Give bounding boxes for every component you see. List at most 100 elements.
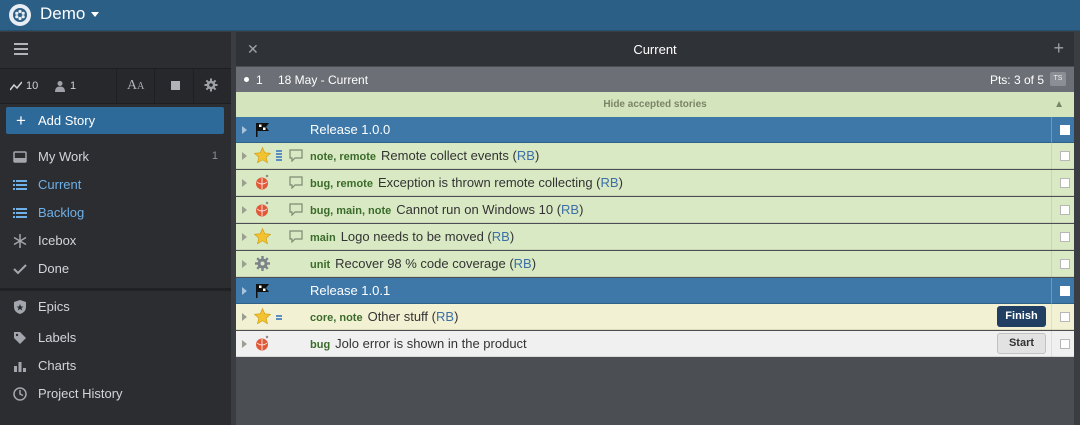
estimate-icon — [276, 150, 282, 162]
menu-icon[interactable] — [14, 43, 28, 55]
sidebar-item-epics[interactable]: Epics — [0, 294, 231, 320]
chore-gear-icon — [255, 256, 270, 271]
comment-icon — [289, 149, 303, 162]
font-size-toggle[interactable]: AA — [127, 78, 144, 94]
row-checkbox[interactable] — [1060, 205, 1070, 215]
sidebar-item-my-work[interactable]: My Work 1 — [0, 144, 231, 170]
bug-icon — [256, 335, 269, 351]
inbox-icon — [13, 151, 27, 163]
story-title: Recover 98 % code coverage — [335, 256, 506, 271]
person-icon — [55, 81, 65, 92]
sidebar-item-done[interactable]: Done — [0, 256, 231, 282]
app-logo-icon[interactable] — [9, 4, 31, 26]
panel-header: ✕ Current + — [236, 32, 1074, 66]
story-title: Other stuff — [367, 309, 429, 324]
story-row[interactable]: core, note Other stuff (RB) Finish — [236, 304, 1074, 330]
expand-arrow-icon[interactable] — [242, 287, 247, 295]
expand-arrow-icon[interactable] — [242, 260, 247, 268]
expand-arrow-icon[interactable] — [242, 179, 247, 187]
comment-icon — [289, 230, 303, 243]
row-checkbox[interactable] — [1060, 178, 1070, 188]
story-labels[interactable]: note, remote — [310, 151, 376, 163]
story-row[interactable]: bug, main, note Cannot run on Windows 10 … — [236, 197, 1074, 223]
velocity-stat: 10 — [10, 69, 38, 103]
feature-star-icon — [254, 308, 271, 325]
iteration-header[interactable]: 1 18 May - Current Pts: 3 of 5 TS — [236, 67, 1074, 92]
chevron-up-icon: ▲ — [1054, 99, 1064, 110]
owner-initials: RB — [491, 229, 510, 244]
expand-arrow-icon[interactable] — [242, 313, 247, 321]
story-labels[interactable]: bug — [310, 339, 330, 351]
project-title[interactable]: Demo — [40, 4, 85, 24]
release-title: Release 1.0.1 — [310, 283, 391, 298]
row-checkbox[interactable] — [1060, 151, 1070, 161]
bug-icon — [256, 174, 269, 190]
row-checkbox[interactable] — [1060, 312, 1070, 322]
velocity-value: 10 — [26, 80, 39, 92]
comment-icon — [289, 176, 303, 189]
finish-button[interactable]: Finish — [997, 306, 1046, 327]
sidebar-item-icebox[interactable]: Icebox — [0, 228, 231, 254]
expand-arrow-icon[interactable] — [242, 126, 247, 134]
sidebar-item-project-history[interactable]: Project History — [0, 381, 231, 407]
story-title: Exception is thrown remote collecting — [377, 175, 593, 190]
owner-initials: RB — [600, 175, 619, 190]
sidebar-stats-bar: 10 1 AA — [0, 68, 231, 104]
iteration-number: 1 — [256, 73, 263, 87]
row-checkbox[interactable] — [1060, 125, 1070, 135]
bug-icon — [256, 201, 269, 217]
release-title: Release 1.0.0 — [310, 122, 391, 137]
expand-arrow-icon[interactable] — [242, 233, 247, 241]
estimate-icon — [276, 315, 282, 323]
row-checkbox[interactable] — [1060, 286, 1070, 296]
sidebar-item-current[interactable]: Current — [0, 172, 231, 198]
story-row[interactable]: bug, remote Exception is thrown remote co… — [236, 170, 1074, 196]
feature-star-icon — [254, 228, 271, 245]
story-labels[interactable]: bug, remote — [310, 178, 373, 190]
row-checkbox[interactable] — [1060, 232, 1070, 242]
story-labels[interactable]: unit — [310, 259, 330, 271]
release-row[interactable]: Release 1.0.1 — [236, 278, 1074, 304]
sidebar: 10 1 AA + Add Story My Work 1 Current Ba… — [0, 32, 231, 425]
expand-arrow-icon[interactable] — [242, 340, 247, 348]
sidebar-item-labels[interactable]: Labels — [0, 325, 231, 351]
sidebar-divider — [0, 288, 231, 291]
sidebar-item-charts[interactable]: Charts — [0, 353, 231, 379]
feature-star-icon — [254, 147, 271, 164]
members-stat: 1 — [54, 69, 76, 103]
iteration-date: 18 May - Current — [278, 73, 369, 87]
sidebar-item-backlog[interactable]: Backlog — [0, 200, 231, 226]
story-title: Jolo error is shown in the product — [335, 336, 527, 351]
list-icon — [13, 180, 27, 190]
my-work-count: 1 — [211, 150, 218, 162]
expand-arrow-icon[interactable] — [242, 206, 247, 214]
release-row[interactable]: Release 1.0.0 — [236, 117, 1074, 143]
story-row[interactable]: bug Jolo error is shown in the product St… — [236, 331, 1074, 357]
start-button[interactable]: Start — [997, 333, 1046, 354]
expand-arrow-icon[interactable] — [242, 152, 247, 160]
team-strength-button[interactable]: TS — [1050, 72, 1066, 86]
chevron-down-icon[interactable] — [91, 12, 99, 17]
shield-icon — [14, 300, 26, 314]
top-bar: Demo — [0, 0, 1080, 31]
row-checkbox[interactable] — [1060, 259, 1070, 269]
hide-accepted-toggle[interactable]: Hide accepted stories ▲ — [236, 92, 1074, 117]
story-labels[interactable]: core, note — [310, 312, 363, 324]
story-row[interactable]: main Logo needs to be moved (RB) — [236, 224, 1074, 250]
story-title: Remote collect events — [381, 148, 509, 163]
square-icon[interactable] — [171, 81, 180, 90]
story-labels[interactable]: main — [310, 232, 336, 244]
comment-icon — [289, 203, 303, 216]
story-row[interactable]: note, remote Remote collect events (RB) — [236, 143, 1074, 169]
iteration-dot-icon — [244, 77, 249, 82]
story-row[interactable]: unit Recover 98 % code coverage (RB) — [236, 251, 1074, 277]
check-icon — [13, 264, 27, 275]
row-checkbox[interactable] — [1060, 339, 1070, 349]
add-icon[interactable]: + — [1053, 38, 1064, 59]
tag-icon — [14, 332, 26, 344]
gear-icon[interactable] — [204, 78, 218, 92]
members-value: 1 — [70, 80, 77, 92]
story-labels[interactable]: bug, main, note — [310, 205, 391, 217]
add-story-button[interactable]: + Add Story — [6, 107, 224, 134]
bar-chart-icon — [14, 362, 26, 372]
